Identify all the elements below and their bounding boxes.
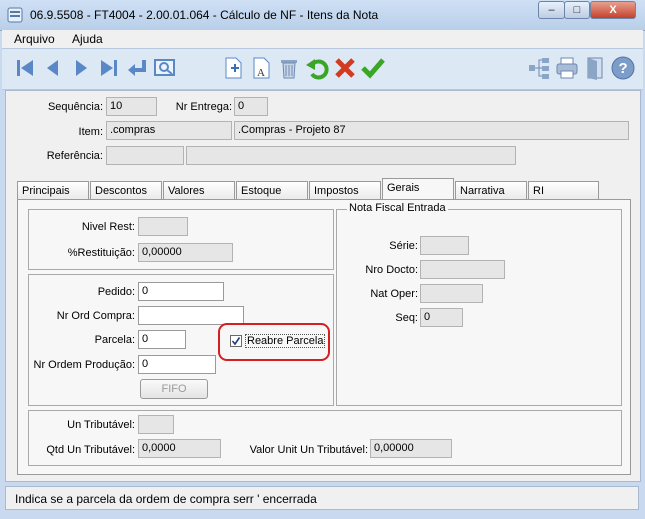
exit-door-icon[interactable]	[582, 55, 608, 81]
un-tributavel-label: Un Tributável:	[67, 419, 135, 431]
nat-oper-field[interactable]	[420, 284, 483, 303]
tab-descontos[interactable]: Descontos	[90, 181, 162, 200]
next-record-icon[interactable]	[68, 55, 94, 81]
serie-label: Série:	[389, 240, 418, 252]
nro-docto-label: Nro Docto:	[365, 264, 418, 276]
cancel-icon[interactable]	[332, 55, 358, 81]
un-tributavel-field[interactable]	[138, 415, 174, 434]
status-text: Indica se a parcela da ordem de compra s…	[15, 492, 317, 506]
maximize-button[interactable]: □	[564, 1, 590, 19]
restituicao-label: %Restituição:	[67, 247, 135, 259]
confirm-icon[interactable]	[360, 55, 386, 81]
nr-entrega-field[interactable]: 0	[234, 97, 268, 116]
new-record-icon[interactable]	[220, 55, 246, 81]
reabre-parcela-checkbox[interactable]	[230, 335, 242, 347]
menu-ajuda[interactable]: Ajuda	[72, 32, 103, 46]
tab-impostos[interactable]: Impostos	[309, 181, 381, 200]
restituicao-field[interactable]: 0,00000	[138, 243, 233, 262]
tree-icon[interactable]	[526, 55, 552, 81]
tab-gerais[interactable]: Gerais	[382, 178, 454, 200]
status-bar: Indica se a parcela da ordem de compra s…	[5, 486, 639, 510]
serie-field[interactable]	[420, 236, 469, 255]
nr-ordem-producao-label: Nr Ordem Produção:	[33, 359, 135, 371]
undo-icon[interactable]	[304, 55, 330, 81]
toolbar: A ?	[2, 48, 643, 90]
item-description-field[interactable]: .Compras - Projeto 87	[234, 121, 629, 140]
tab-ri[interactable]: RI	[528, 181, 599, 200]
qtd-un-tributavel-label: Qtd Un Tributável:	[46, 444, 135, 456]
nr-ord-compra-label: Nr Ord Compra:	[56, 310, 135, 322]
sequencia-field[interactable]: 10	[106, 97, 157, 116]
print-icon[interactable]	[554, 55, 580, 81]
seq-field[interactable]: 0	[420, 308, 463, 327]
referencia-description-field[interactable]	[186, 146, 516, 165]
nf-entrada-group	[336, 209, 622, 406]
minimize-button[interactable]: –	[538, 1, 565, 19]
close-button[interactable]: X	[590, 1, 636, 19]
svg-text:?: ?	[619, 60, 628, 77]
tab-principais[interactable]: Principais	[17, 181, 89, 200]
tab-estoque[interactable]: Estoque	[236, 181, 308, 200]
help-icon[interactable]: ?	[610, 55, 636, 81]
seq-label: Seq:	[395, 312, 418, 324]
fifo-button[interactable]: FIFO	[140, 379, 208, 399]
parcela-field[interactable]: 0	[138, 330, 186, 349]
svg-text:A: A	[257, 67, 265, 79]
item-code-field[interactable]: .compras	[106, 121, 232, 140]
tab-narrativa[interactable]: Narrativa	[455, 181, 527, 200]
edit-record-icon[interactable]: A	[248, 55, 274, 81]
previous-record-icon[interactable]	[40, 55, 66, 81]
referencia-field[interactable]	[106, 146, 184, 165]
pedido-field[interactable]: 0	[138, 282, 224, 301]
menu-arquivo[interactable]: Arquivo	[14, 32, 55, 46]
title-bar: 06.9.5508 - FT4004 - 2.00.01.064 - Cálcu…	[0, 0, 645, 31]
reabre-parcela-label[interactable]: Reabre Parcela	[245, 334, 326, 348]
sequencia-label: Sequência:	[47, 101, 103, 113]
qtd-un-tributavel-field[interactable]: 0,0000	[138, 439, 221, 458]
nf-entrada-title: Nota Fiscal Entrada	[347, 202, 448, 214]
first-record-icon[interactable]	[12, 55, 38, 81]
tab-page-gerais: Nivel Rest: %Restituição: 0,00000 Pedido…	[17, 199, 631, 475]
app-icon	[7, 7, 23, 23]
window-title: 06.9.5508 - FT4004 - 2.00.01.064 - Cálcu…	[30, 8, 379, 22]
main-panel: Sequência: 10 Nr Entrega: 0 Item: .compr…	[5, 90, 641, 482]
valor-unit-label: Valor Unit Un Tributável:	[249, 444, 368, 456]
nr-ordem-producao-field[interactable]: 0	[138, 355, 216, 374]
parcela-label: Parcela:	[94, 334, 135, 346]
goto-enter-icon[interactable]	[124, 55, 150, 81]
tab-valores[interactable]: Valores	[163, 181, 235, 200]
nat-oper-label: Nat Oper:	[370, 288, 418, 300]
search-record-icon[interactable]	[152, 55, 178, 81]
item-label: Item:	[78, 126, 103, 138]
referencia-label: Referência:	[46, 150, 103, 162]
pedido-label: Pedido:	[97, 286, 135, 298]
last-record-icon[interactable]	[96, 55, 122, 81]
nr-entrega-label: Nr Entrega:	[175, 101, 232, 113]
delete-record-icon[interactable]	[276, 55, 302, 81]
nro-docto-field[interactable]	[420, 260, 505, 279]
nivel-rest-label: Nivel Rest:	[81, 221, 135, 233]
menu-bar: Arquivo Ajuda	[2, 30, 643, 48]
nivel-rest-field[interactable]	[138, 217, 188, 236]
valor-unit-field[interactable]: 0,00000	[370, 439, 452, 458]
